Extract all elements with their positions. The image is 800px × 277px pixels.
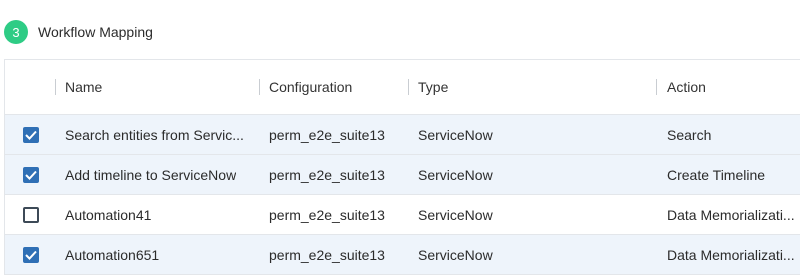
column-separator xyxy=(656,79,657,95)
table-header-row: Name Configuration Type Action xyxy=(5,60,800,115)
column-separator xyxy=(408,79,409,95)
row-checkbox[interactable] xyxy=(23,166,39,183)
row-configuration: perm_e2e_suite13 xyxy=(269,166,385,183)
row-type: ServiceNow xyxy=(418,126,493,143)
step-badge: 3 xyxy=(4,20,28,44)
check-icon xyxy=(25,250,37,260)
column-separator xyxy=(55,79,56,95)
column-header-action[interactable]: Action xyxy=(667,60,800,114)
row-type: ServiceNow xyxy=(418,206,493,223)
row-checkbox[interactable] xyxy=(23,206,39,223)
row-action: Create Timeline xyxy=(667,166,766,183)
column-separator xyxy=(259,79,260,95)
check-icon xyxy=(25,170,37,180)
row-name: Automation651 xyxy=(65,246,160,263)
row-checkbox[interactable] xyxy=(23,246,39,263)
row-action: Data Memorializati... xyxy=(667,206,795,223)
row-configuration: perm_e2e_suite13 xyxy=(269,246,385,263)
row-type: ServiceNow xyxy=(418,246,493,263)
section-header: 3 Workflow Mapping xyxy=(4,19,153,45)
row-checkbox[interactable] xyxy=(23,126,39,143)
row-action: Search xyxy=(667,126,712,143)
row-configuration: perm_e2e_suite13 xyxy=(269,126,385,143)
section-title: Workflow Mapping xyxy=(38,24,153,40)
row-name: Add timeline to ServiceNow xyxy=(65,166,237,183)
row-name: Automation41 xyxy=(65,206,152,223)
check-icon xyxy=(25,130,37,140)
row-action: Data Memorializati... xyxy=(667,246,795,263)
table-row[interactable]: Automation41 perm_e2e_suite13 ServiceNow… xyxy=(5,195,800,235)
row-configuration: perm_e2e_suite13 xyxy=(269,206,385,223)
row-name: Search entities from Servic... xyxy=(65,126,244,143)
table-row[interactable]: Automation651 perm_e2e_suite13 ServiceNo… xyxy=(5,235,800,275)
workflow-mapping-table: Name Configuration Type Action Search en… xyxy=(4,59,800,275)
column-header-name[interactable]: Name xyxy=(65,60,251,114)
table-row[interactable]: Search entities from Servic... perm_e2e_… xyxy=(5,115,800,155)
column-header-configuration[interactable]: Configuration xyxy=(269,60,399,114)
row-type: ServiceNow xyxy=(418,166,493,183)
column-header-type[interactable]: Type xyxy=(418,60,618,114)
table-row[interactable]: Add timeline to ServiceNow perm_e2e_suit… xyxy=(5,155,800,195)
